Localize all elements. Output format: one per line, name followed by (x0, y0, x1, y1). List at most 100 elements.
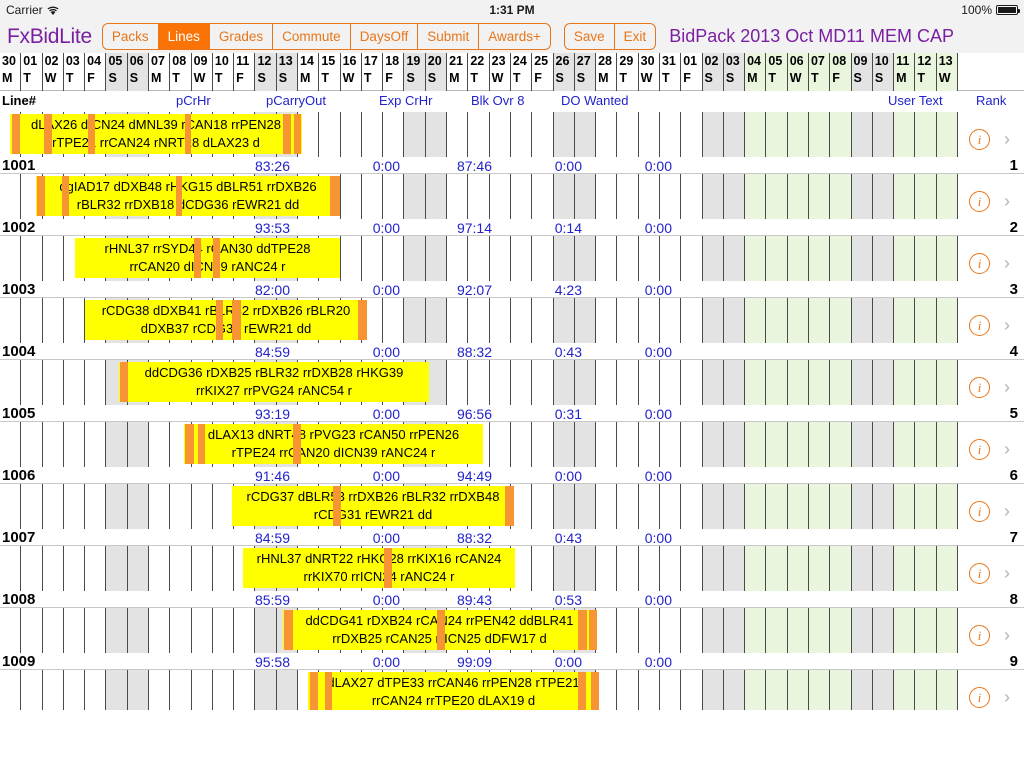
day-column-stripe (383, 112, 405, 157)
table-row[interactable]: dLAX27 dTPE33 rrCAN46 rrPEN28 rTPE21 rrCA… (0, 670, 1024, 710)
pairing-bar[interactable]: rCDG38 dDXB41 rBLR32 rrDXB26 rBLR20 dDXB3… (85, 300, 367, 340)
info-icon[interactable]: i (969, 129, 990, 150)
day-column-stripe (766, 546, 788, 591)
table-row[interactable]: dLAX26 dICN24 dMNL39 rCAN18 rrPEN28 rTPE2… (0, 112, 1024, 174)
table-row[interactable]: ddCDG36 rDXB25 rBLR32 rrDXB28 rHKG39 rrKI… (0, 360, 1024, 422)
info-icon[interactable]: i (969, 315, 990, 336)
day-column-stripe (915, 236, 937, 281)
calendar-day-letter: W (44, 71, 57, 85)
day-column-stripe (936, 484, 958, 529)
day-column-stripe (915, 608, 937, 653)
calendar-day-letter: M (747, 71, 758, 85)
day-column-stripe (681, 546, 703, 591)
day-column-stripe (681, 484, 703, 529)
calendar-day-number: 13 (938, 54, 953, 68)
calendar-day-letter: M (2, 71, 13, 85)
pairing-bar[interactable]: dLAX13 dNRT48 rPVG23 rCAN50 rrPEN26 rTPE2… (184, 424, 483, 464)
chevron-right-icon[interactable]: › (1000, 687, 1014, 708)
day-column-stripe (0, 422, 22, 467)
info-icon[interactable]: i (969, 501, 990, 522)
nav-button-daysoff[interactable]: DaysOff (351, 24, 419, 49)
info-icon[interactable]: i (969, 439, 990, 460)
blkovr-value: 4:23 (554, 282, 582, 298)
chevron-right-icon[interactable]: › (1000, 129, 1014, 150)
calendar-day-cell: 03 S (723, 53, 746, 91)
day-column-stripe (596, 236, 618, 281)
day-column-stripe (490, 236, 511, 281)
chevron-right-icon[interactable]: › (1000, 563, 1014, 584)
pcrhr-value: 85:59 (254, 592, 290, 608)
exit-button[interactable]: Exit (615, 24, 656, 49)
info-icon[interactable]: i (969, 191, 990, 212)
chevron-right-icon[interactable]: › (1000, 439, 1014, 460)
info-icon[interactable]: i (969, 563, 990, 584)
day-column-stripe (894, 546, 916, 591)
day-column-stripe (936, 608, 958, 653)
pairing-line-1: rHNL37 rrSYD44 rCAN30 ddTPE28 (104, 241, 311, 256)
col-header-blkovr: Blk Ovr 8 (471, 93, 525, 108)
table-row[interactable]: rHNL37 rrSYD44 rCAN30 ddTPE28 rrCAN20 dIC… (0, 236, 1024, 298)
day-column-stripe (553, 174, 575, 219)
day-column-stripe (234, 670, 256, 710)
pcarryout-value: 0:00 (372, 654, 400, 670)
nav-button-commute[interactable]: Commute (273, 24, 351, 49)
info-icon[interactable]: i (969, 625, 990, 646)
pairing-bar[interactable]: dLAX27 dTPE33 rrCAN46 rrPEN28 rTPE21 rrCA… (308, 672, 599, 710)
nav-button-submit[interactable]: Submit (418, 24, 480, 49)
calendar-day-number: 20 (427, 54, 442, 68)
day-column-stripe (213, 670, 235, 710)
day-column-stripe (596, 298, 618, 343)
info-icon[interactable]: i (969, 253, 990, 274)
pairing-bar[interactable]: rHNL37 dNRT22 rHKG28 rrKIX16 rCAN24 rrKIX… (243, 548, 515, 588)
nav-button-packs[interactable]: Packs (103, 24, 159, 49)
duty-period-marker (333, 486, 341, 526)
day-column-stripe (639, 174, 660, 219)
info-icon[interactable]: i (969, 687, 990, 708)
expcrhr-value: 88:32 (456, 344, 492, 360)
table-row[interactable]: ddCDG41 rDXB24 rCAN24 rrPEN42 ddBLR41rrD… (0, 608, 1024, 670)
pairing-bar[interactable]: rHNL37 rrSYD44 rCAN30 ddTPE28 rrCAN20 dIC… (75, 238, 340, 278)
pairing-bar[interactable]: rCDG37 dBLR53 rrDXB26 rBLR32 rrDXB48 rCDG… (232, 486, 514, 526)
nav-button-lines[interactable]: Lines (158, 24, 210, 49)
day-column-stripe (617, 484, 639, 529)
table-row[interactable]: rCDG38 dDXB41 rBLR32 rrDXB26 rBLR20 dDXB3… (0, 298, 1024, 360)
calendar-day-number: 02 (44, 54, 59, 68)
day-column-stripe (553, 112, 575, 157)
table-row[interactable]: rHNL37 dNRT22 rHKG28 rrKIX16 rCAN24 rrKIX… (0, 546, 1024, 608)
nav-button-grades[interactable]: Grades (210, 24, 274, 49)
pairing-bar[interactable]: dgIAD17 dDXB48 rHKG15 dBLR51 rrDXB26 rBLR… (36, 176, 340, 216)
chevron-right-icon[interactable]: › (1000, 191, 1014, 212)
day-column-stripe (127, 670, 149, 710)
save-button[interactable]: Save (565, 24, 615, 49)
day-column-stripe (170, 546, 192, 591)
calendar-day-number: 23 (491, 54, 506, 68)
calendar-day-number: 11 (236, 54, 250, 68)
chevron-right-icon[interactable]: › (1000, 501, 1014, 522)
info-icon[interactable]: i (969, 377, 990, 398)
calendar-day-number: 06 (129, 54, 144, 68)
pairing-line-1: dgIAD17 dDXB48 rHKG15 dBLR51 rrDXB26 (59, 179, 317, 194)
calendar-day-number: 01 (683, 54, 698, 68)
day-column-stripe (787, 360, 809, 405)
day-column-stripe (596, 670, 618, 710)
col-header-dowanted: DO Wanted (561, 93, 629, 108)
day-column-stripe (894, 484, 916, 529)
nav-button-awards-[interactable]: Awards+ (479, 24, 550, 49)
day-column-stripe (787, 670, 809, 710)
pairing-bar[interactable]: ddCDG36 rDXB25 rBLR32 rrDXB28 rHKG39 rrKI… (119, 362, 429, 402)
table-row[interactable]: dgIAD17 dDXB48 rHKG15 dBLR51 rrDXB26 rBLR… (0, 174, 1024, 236)
chevron-right-icon[interactable]: › (1000, 377, 1014, 398)
day-column-stripe (468, 236, 490, 281)
table-row[interactable]: dLAX13 dNRT48 rPVG23 rCAN50 rrPEN26 rTPE2… (0, 422, 1024, 484)
pairing-bar[interactable]: dLAX26 dICN24 dMNL39 rCAN18 rrPEN28 rTPE2… (10, 114, 302, 154)
table-row[interactable]: rCDG37 dBLR53 rrDXB26 rBLR32 rrDXB48 rCDG… (0, 484, 1024, 546)
line-number: 1009 (2, 653, 36, 670)
day-column-stripe (660, 298, 682, 343)
line-number: 1008 (2, 591, 36, 608)
chevron-right-icon[interactable]: › (1000, 315, 1014, 336)
day-column-stripe (362, 112, 384, 157)
day-column-stripe (64, 670, 86, 710)
rank-number: 1 (1009, 157, 1018, 174)
chevron-right-icon[interactable]: › (1000, 253, 1014, 274)
chevron-right-icon[interactable]: › (1000, 625, 1014, 646)
